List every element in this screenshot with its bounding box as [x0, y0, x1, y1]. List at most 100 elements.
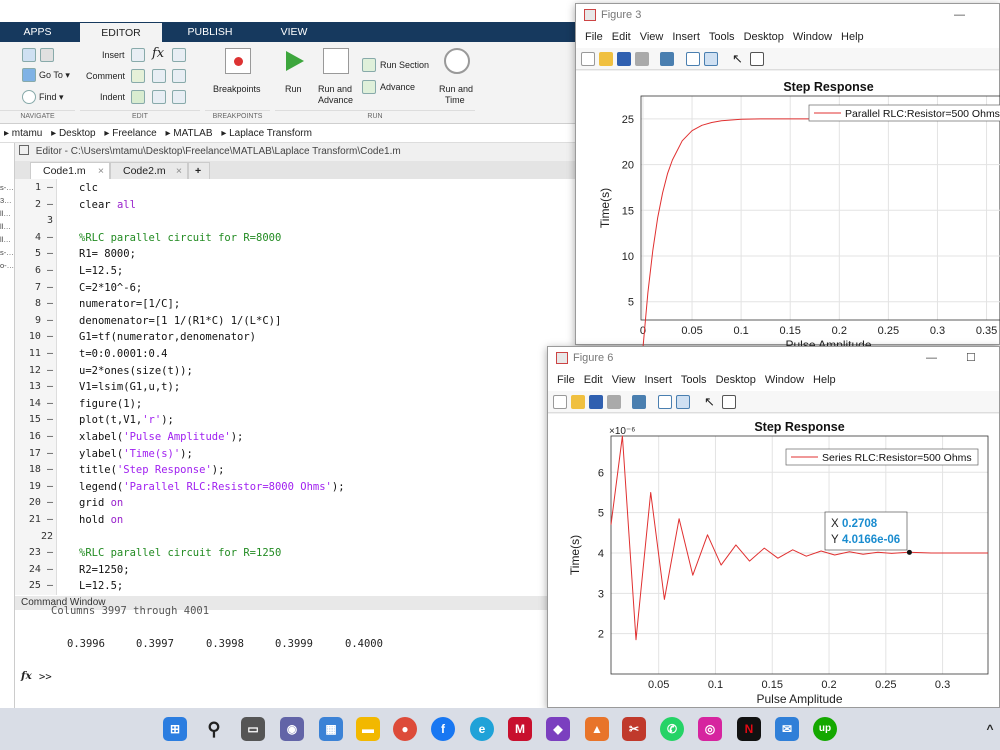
- colorbar-icon[interactable]: [658, 395, 672, 409]
- tab-apps[interactable]: APPS: [0, 22, 75, 42]
- indent-button[interactable]: Indent: [100, 92, 125, 102]
- task-view-icon[interactable]: ▭: [241, 717, 265, 741]
- code-line[interactable]: %RLC parallel circuit for R=1250: [79, 545, 281, 562]
- run-and-time-line1[interactable]: Run and: [439, 84, 473, 94]
- line-number[interactable]: 13 –: [15, 379, 53, 396]
- whatsapp-icon[interactable]: ✆: [660, 717, 684, 741]
- matlab-icon[interactable]: ▲: [585, 717, 609, 741]
- uncomment-icon[interactable]: [152, 69, 166, 83]
- folder-item[interactable]: ll…: [0, 233, 14, 246]
- smart-indent-icon[interactable]: [131, 90, 145, 104]
- folder-item[interactable]: ll…: [0, 207, 14, 220]
- menu-view[interactable]: View: [640, 31, 664, 43]
- teams-chat-icon[interactable]: ◉: [280, 717, 304, 741]
- line-number[interactable]: 1 –: [15, 180, 53, 197]
- command-window[interactable]: Columns 3997 through 4001 0.3996 0.3997 …: [15, 605, 575, 708]
- run-and-advance-line1[interactable]: Run and: [318, 84, 352, 94]
- menu-tools[interactable]: Tools: [681, 374, 707, 386]
- facebook-icon[interactable]: f: [431, 717, 455, 741]
- folder-item[interactable]: o-…: [0, 259, 14, 272]
- line-number[interactable]: 4 –: [15, 230, 53, 247]
- widgets-icon[interactable]: ▦: [319, 717, 343, 741]
- folder-item[interactable]: 3…: [0, 194, 14, 207]
- code-line[interactable]: V1=lsim(G1,u,t);: [79, 379, 180, 396]
- breadcrumb-desktop[interactable]: ▸ Desktop: [51, 128, 95, 139]
- tab-view[interactable]: VIEW: [258, 22, 330, 42]
- file-explorer-icon[interactable]: ▬: [356, 717, 380, 741]
- line-number[interactable]: 17 –: [15, 446, 53, 463]
- add-tab-button[interactable]: +: [188, 162, 210, 179]
- tab-code1[interactable]: Code1.m ×: [30, 162, 110, 179]
- minimize-button[interactable]: —: [926, 347, 937, 369]
- code-line[interactable]: L=12.5;: [79, 263, 123, 280]
- fx-icon[interactable]: fx: [152, 46, 164, 61]
- line-number[interactable]: 10 –: [15, 329, 53, 346]
- breadcrumb-freelance[interactable]: ▸ Freelance: [104, 128, 156, 139]
- menu-insert[interactable]: Insert: [672, 31, 700, 43]
- menu-help[interactable]: Help: [841, 31, 864, 43]
- collapse-icon[interactable]: [19, 145, 29, 155]
- save-icon[interactable]: [589, 395, 603, 409]
- command-prompt[interactable]: >>: [39, 671, 52, 683]
- line-number[interactable]: 19 –: [15, 479, 53, 496]
- line-number[interactable]: 24 –: [15, 562, 53, 579]
- code-line[interactable]: title('Step Response');: [79, 462, 224, 479]
- tab-code2[interactable]: Code2.m ×: [110, 162, 188, 179]
- code-line[interactable]: figure(1);: [79, 396, 142, 413]
- line-number[interactable]: 25 –: [15, 578, 53, 595]
- line-number[interactable]: 20 –: [15, 495, 53, 512]
- breakpoints-button[interactable]: Breakpoints: [213, 84, 261, 94]
- code-line[interactable]: clc: [79, 180, 98, 197]
- insert-button[interactable]: Insert: [102, 50, 125, 60]
- line-number[interactable]: 3: [15, 213, 53, 230]
- save-icon[interactable]: [617, 52, 631, 66]
- increase-indent-icon[interactable]: [152, 90, 166, 104]
- code-line[interactable]: C=2*10^-6;: [79, 280, 142, 297]
- line-number[interactable]: 11 –: [15, 346, 53, 363]
- line-number[interactable]: 9 –: [15, 313, 53, 330]
- decrease-indent-icon[interactable]: [172, 90, 186, 104]
- snipping-tool-icon[interactable]: ✂: [622, 717, 646, 741]
- menu-tools[interactable]: Tools: [709, 31, 735, 43]
- menu-edit[interactable]: Edit: [584, 374, 603, 386]
- folder-item[interactable]: ll…: [0, 220, 14, 233]
- code-line[interactable]: xlabel('Pulse Amplitude');: [79, 429, 243, 446]
- menu-desktop[interactable]: Desktop: [716, 374, 756, 386]
- back-arrow-icon[interactable]: [22, 48, 36, 62]
- maximize-button[interactable]: ☐: [966, 347, 976, 369]
- upwork-icon[interactable]: up: [813, 717, 837, 741]
- menu-desktop[interactable]: Desktop: [744, 31, 784, 43]
- code-line[interactable]: hold on: [79, 512, 123, 529]
- wrap-comment-icon[interactable]: [172, 69, 186, 83]
- new-figure-icon[interactable]: [581, 52, 595, 66]
- code-line[interactable]: numerator=[1/C];: [79, 296, 180, 313]
- close-icon[interactable]: ×: [176, 163, 182, 180]
- line-number[interactable]: 5 –: [15, 246, 53, 263]
- menu-view[interactable]: View: [612, 374, 636, 386]
- fx-prompt-icon[interactable]: fx: [21, 670, 32, 682]
- link-plot-icon[interactable]: [660, 52, 674, 66]
- comment-icon[interactable]: [131, 69, 145, 83]
- pointer-icon[interactable]: ↖: [704, 395, 718, 409]
- forward-arrow-icon[interactable]: [40, 48, 54, 62]
- code-line[interactable]: denomenator=[1 1/(R1*C) 1/(L*C)]: [79, 313, 281, 330]
- insert-function-icon[interactable]: [172, 48, 186, 62]
- property-inspector-icon[interactable]: [750, 52, 764, 66]
- print-icon[interactable]: [607, 395, 621, 409]
- line-number[interactable]: 23 –: [15, 545, 53, 562]
- new-figure-icon[interactable]: [553, 395, 567, 409]
- search-icon[interactable]: ⚲: [202, 717, 226, 741]
- run-and-time-line2[interactable]: Time: [445, 95, 465, 105]
- code-line[interactable]: %RLC parallel circuit for R=8000: [79, 230, 281, 247]
- comment-button[interactable]: Comment: [86, 71, 125, 81]
- menu-window[interactable]: Window: [765, 374, 804, 386]
- line-number[interactable]: 15 –: [15, 412, 53, 429]
- line-number[interactable]: 14 –: [15, 396, 53, 413]
- address-bar[interactable]: ▸ mtamu ▸ Desktop ▸ Freelance ▸ MATLAB ▸…: [0, 125, 575, 143]
- run-section-button[interactable]: Run Section: [380, 60, 429, 70]
- property-inspector-icon[interactable]: [722, 395, 736, 409]
- menu-insert[interactable]: Insert: [644, 374, 672, 386]
- folder-item[interactable]: s-…: [0, 246, 14, 259]
- legend-icon[interactable]: [704, 52, 718, 66]
- menu-edit[interactable]: Edit: [612, 31, 631, 43]
